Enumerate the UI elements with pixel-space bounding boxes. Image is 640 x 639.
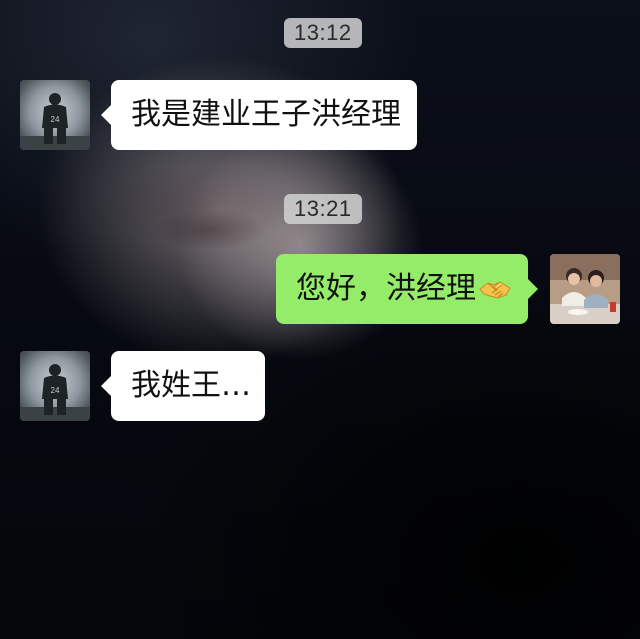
contact-avatar[interactable]: 24 [20, 80, 90, 150]
basketball-player-avatar-icon: 24 [20, 351, 90, 421]
message-timestamp: 13:21 [284, 194, 362, 224]
svg-text:24: 24 [51, 386, 60, 395]
basketball-player-avatar-icon: 24 [20, 80, 90, 150]
svg-text:24: 24 [51, 115, 60, 124]
message-timestamp: 13:12 [284, 18, 362, 48]
incoming-message-bubble[interactable]: 我姓王… [101, 351, 265, 421]
message-text: 您好，洪经理 [296, 271, 476, 306]
message-text: 我姓王… [131, 368, 251, 403]
my-avatar[interactable] [550, 254, 620, 324]
message-text: 我是建业王子洪经理 [131, 97, 401, 132]
photo-avatar-icon [550, 254, 620, 324]
handshake-emoji-icon [479, 280, 511, 299]
incoming-message-bubble[interactable]: 我是建业王子洪经理 [101, 80, 417, 150]
outgoing-message-bubble[interactable]: 您好，洪经理 [276, 254, 538, 324]
contact-avatar[interactable]: 24 [20, 351, 90, 421]
